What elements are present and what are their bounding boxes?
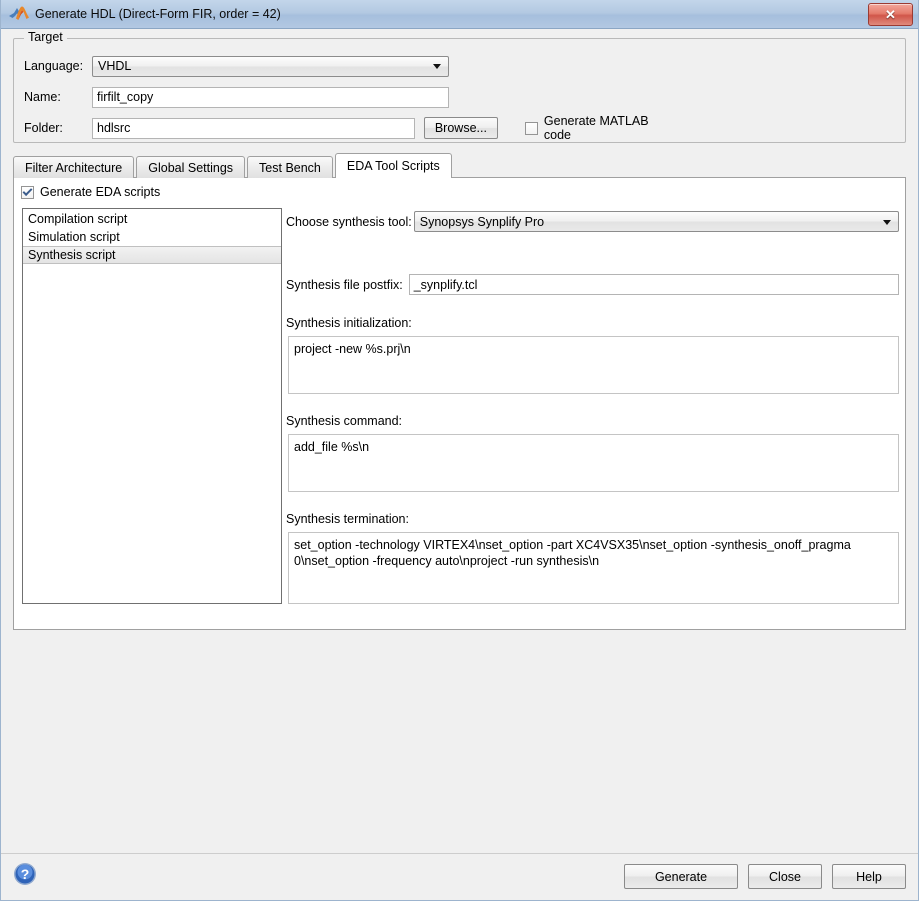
close-label: Close: [769, 869, 801, 884]
browse-label: Browse...: [434, 121, 487, 135]
target-group: Target Language: VHDL Name: firfilt_copy…: [13, 30, 906, 143]
synthesis-command-value: add_file %s\n: [294, 440, 370, 454]
close-icon: ✕: [885, 7, 896, 22]
help-circle-icon[interactable]: ?: [13, 862, 37, 886]
tab-strip: Filter Architecture Global Settings Test…: [13, 153, 906, 178]
language-value: VHDL: [98, 59, 132, 73]
synthesis-initialization-value: project -new %s.prj\n: [294, 342, 411, 356]
tab-global-settings-label: Global Settings: [148, 160, 234, 175]
window-title: Generate HDL (Direct-Form FIR, order = 4…: [35, 7, 281, 21]
choose-synthesis-tool-label: Choose synthesis tool:: [286, 214, 412, 229]
synthesis-file-postfix-input[interactable]: _synplify.tcl: [408, 274, 899, 295]
chevron-down-icon: [883, 219, 891, 225]
close-window-button[interactable]: ✕: [868, 3, 913, 26]
synthesis-tool-value: Synopsys Synplify Pro: [419, 214, 545, 229]
synthesis-initialization-textarea[interactable]: project -new %s.prj\n: [288, 336, 899, 394]
synthesis-file-postfix-value: _synplify.tcl: [413, 277, 478, 292]
footer-buttons: Generate Close Help: [624, 864, 906, 889]
svg-text:?: ?: [21, 866, 30, 882]
synthesis-command-textarea[interactable]: add_file %s\n: [288, 434, 899, 492]
dialog-footer: ? Generate Close Help: [1, 853, 918, 900]
list-item-simulation-script[interactable]: Simulation script: [23, 228, 281, 246]
tab-filter-architecture[interactable]: Filter Architecture: [13, 156, 135, 178]
name-row: Name: firfilt_copy: [24, 86, 454, 108]
generate-hdl-dialog: Generate HDL (Direct-Form FIR, order = 4…: [0, 0, 919, 901]
help-button[interactable]: Help: [832, 864, 906, 889]
tab-filter-architecture-label: Filter Architecture: [25, 160, 123, 175]
synthesis-file-postfix-label: Synthesis file postfix:: [286, 277, 403, 292]
tab-global-settings[interactable]: Global Settings: [136, 156, 246, 178]
synthesis-command-label: Synthesis command:: [286, 414, 403, 428]
language-select[interactable]: VHDL: [92, 55, 449, 77]
tab-eda-tool-scripts[interactable]: EDA Tool Scripts: [334, 153, 452, 178]
generate-eda-scripts-label: Generate EDA scripts: [40, 185, 161, 199]
language-label: Language:: [24, 59, 84, 73]
folder-value: hdlsrc: [97, 121, 131, 135]
name-label: Name:: [24, 90, 61, 104]
synthesis-tool-select[interactable]: Synopsys Synplify Pro: [413, 211, 899, 232]
tab-eda-tool-scripts-label: EDA Tool Scripts: [346, 159, 440, 173]
close-button[interactable]: Close: [748, 864, 822, 889]
generate-eda-scripts-checkbox[interactable]: [21, 185, 34, 199]
name-value: firfilt_copy: [97, 90, 154, 104]
tab-test-bench-label: Test Bench: [259, 160, 321, 175]
generate-eda-scripts-row[interactable]: Generate EDA scripts: [21, 185, 160, 199]
list-item-compilation-script[interactable]: Compilation script: [23, 210, 281, 228]
synthesis-termination-textarea[interactable]: set_option -technology VIRTEX4\nset_opti…: [288, 532, 899, 604]
chevron-down-icon: [433, 64, 441, 69]
generate-matlab-code-checkbox[interactable]: [524, 121, 538, 135]
synthesis-postfix-row: Synthesis file postfix: _synplify.tcl: [286, 274, 899, 295]
synthesis-termination-label: Synthesis termination:: [286, 512, 409, 526]
synthesis-settings-pane: Choose synthesis tool: Synopsys Synplify…: [286, 208, 899, 604]
help-label: Help: [856, 869, 882, 884]
list-item-synthesis-script[interactable]: Synthesis script: [23, 246, 281, 264]
eda-tool-scripts-panel: Generate EDA scripts Compilation script …: [13, 177, 906, 630]
target-group-legend: Target: [24, 30, 67, 44]
synthesis-initialization-label: Synthesis initialization:: [286, 316, 412, 330]
tab-test-bench[interactable]: Test Bench: [247, 156, 333, 178]
generate-label: Generate: [654, 869, 708, 884]
folder-input[interactable]: hdlsrc: [92, 117, 415, 139]
name-input[interactable]: firfilt_copy: [92, 86, 449, 108]
matlab-membrane-icon: [9, 6, 29, 20]
synthesis-tool-row: Choose synthesis tool: Synopsys Synplify…: [286, 211, 899, 232]
language-row: Language: VHDL: [24, 55, 454, 77]
synthesis-termination-value: set_option -technology VIRTEX4\nset_opti…: [294, 538, 851, 568]
generate-matlab-code-label: Generate MATLAB code: [543, 114, 649, 142]
folder-row: Folder: hdlsrc Browse... Generate MATLAB…: [24, 114, 664, 142]
browse-button[interactable]: Browse...: [423, 117, 498, 139]
generate-matlab-code-row[interactable]: Generate MATLAB code: [524, 114, 664, 142]
script-type-listbox[interactable]: Compilation script Simulation script Syn…: [22, 208, 282, 604]
generate-button[interactable]: Generate: [624, 864, 738, 889]
title-bar: Generate HDL (Direct-Form FIR, order = 4…: [1, 0, 918, 29]
folder-label: Folder:: [24, 121, 63, 135]
